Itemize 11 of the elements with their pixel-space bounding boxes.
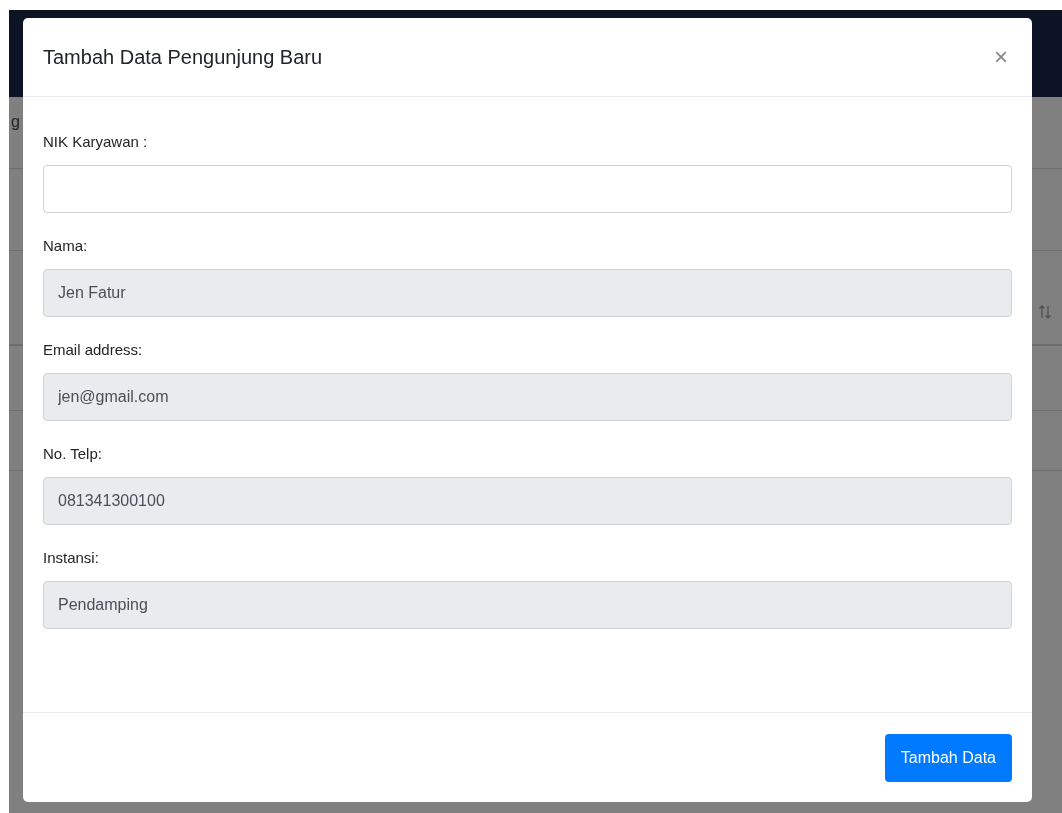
input-field[interactable] [43, 165, 1012, 213]
field-label: No. Telp: [43, 444, 103, 464]
submit-button[interactable]: Tambah Data [884, 734, 1012, 782]
field-label: Email address: [43, 340, 144, 360]
field-label: Nama: [43, 236, 89, 256]
close-button[interactable]: × [990, 45, 1012, 69]
sort-icon [1038, 305, 1052, 319]
field-label: NIK Karyawan : [43, 132, 149, 152]
text-fragment: g [11, 112, 20, 132]
modal-title: Tambah Data Pengunjung Baru [43, 45, 323, 70]
field-label: Instansi: [43, 548, 100, 568]
